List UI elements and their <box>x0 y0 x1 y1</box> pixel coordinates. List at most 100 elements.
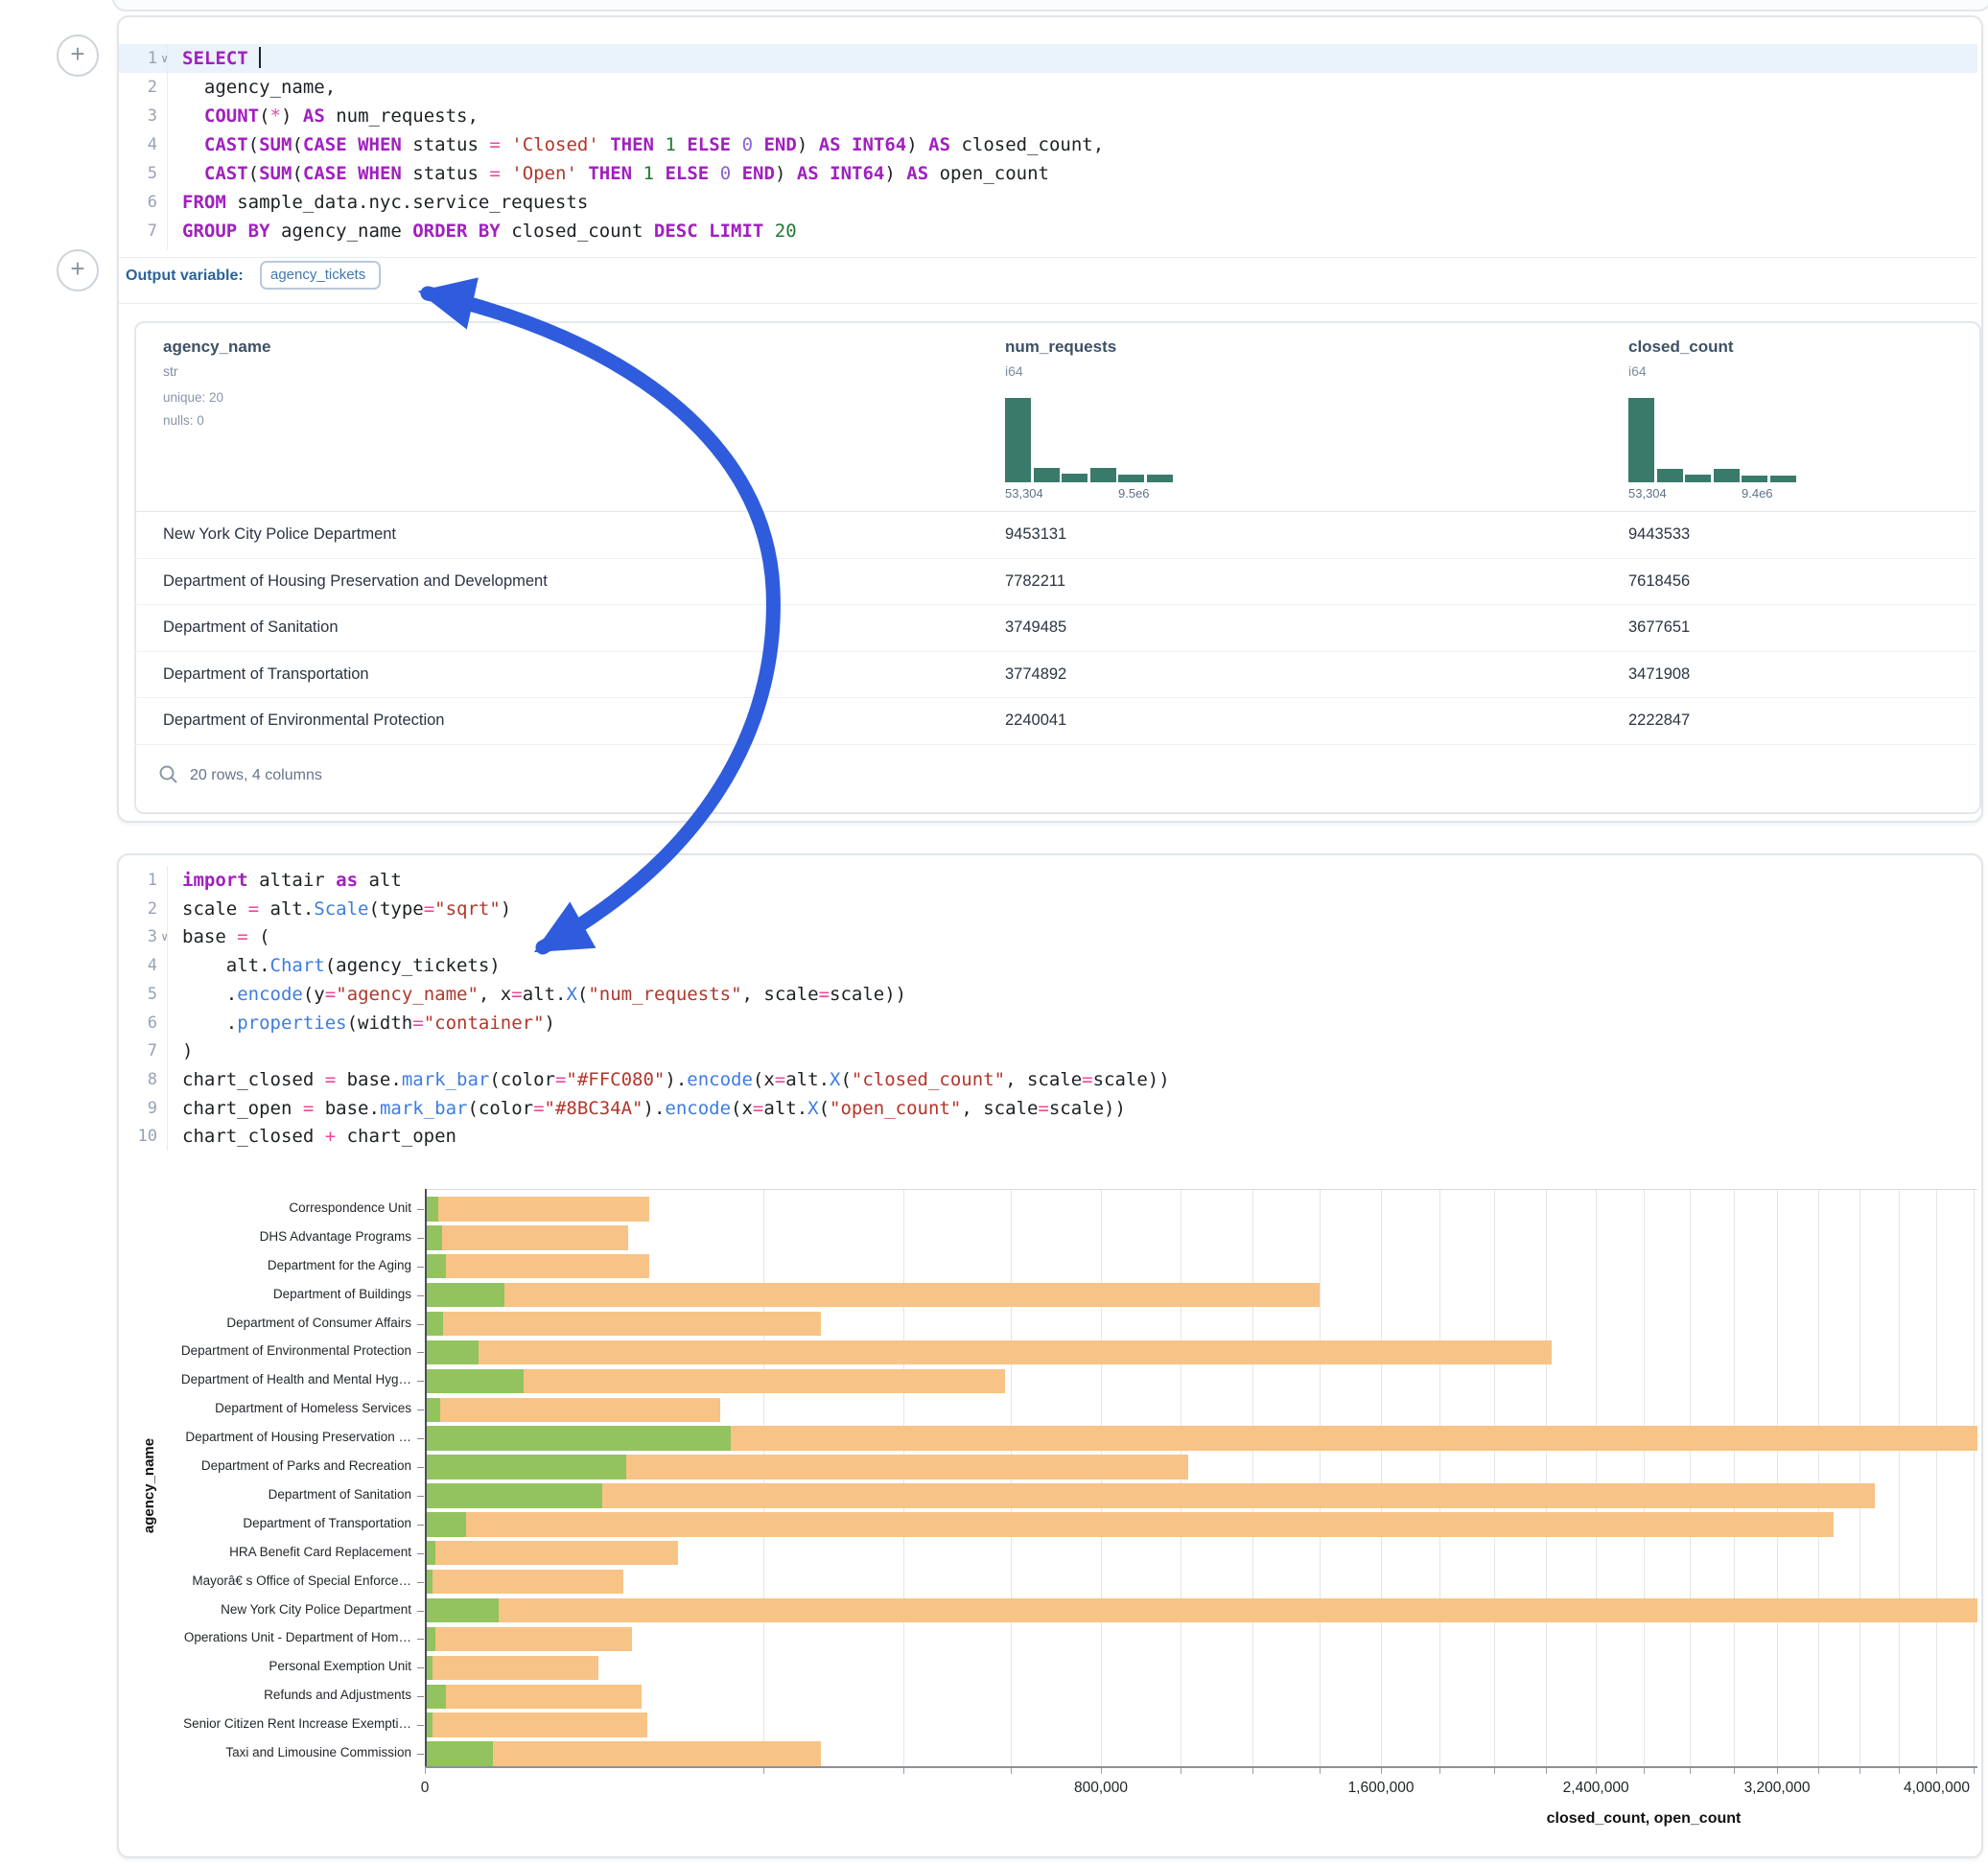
code-text: base = ( <box>182 922 270 951</box>
table-row[interactable]: Department of Sanitation37494853677651 <box>134 604 1976 651</box>
cell-value: 2222847 <box>1628 711 1690 730</box>
y-tick <box>417 1267 424 1268</box>
code-text: SELECT <box>182 44 261 73</box>
bar-closed-count[interactable] <box>425 1713 647 1736</box>
histogram-min-label: 53,304 <box>1005 486 1043 501</box>
code-text: chart_open = base.mark_bar(color="#8BC34… <box>182 1094 1126 1123</box>
bar-open-count[interactable] <box>425 1455 626 1479</box>
bar-open-count[interactable] <box>425 1254 446 1278</box>
bar-closed-count[interactable] <box>425 1512 1834 1536</box>
bar-closed-count[interactable] <box>425 1541 678 1565</box>
column-header[interactable]: closed_count <box>1628 338 1734 357</box>
add-block-button-top[interactable]: + <box>57 35 99 77</box>
add-block-button-output[interactable]: + <box>57 249 99 291</box>
code-line[interactable]: 4 alt.Chart(agency_tickets) <box>119 951 1977 980</box>
x-tick <box>1011 1768 1012 1774</box>
code-line[interactable]: 1import altair as alt <box>119 866 1977 895</box>
code-text: alt.Chart(agency_tickets) <box>182 951 501 980</box>
bar-closed-count[interactable] <box>425 1283 1320 1307</box>
bar-open-count[interactable] <box>425 1283 504 1307</box>
y-axis-label: Department for the Aging <box>119 1258 411 1272</box>
code-line[interactable]: 7) <box>119 1037 1977 1065</box>
code-line[interactable]: 5 .encode(y="agency_name", x=alt.X("num_… <box>119 980 1977 1009</box>
y-axis-label: Department of Housing Preservation … <box>119 1430 411 1444</box>
bar-closed-count[interactable] <box>425 1627 632 1651</box>
bar-open-count[interactable] <box>425 1483 602 1507</box>
code-line[interactable]: 8chart_closed = base.mark_bar(color="#FF… <box>119 1065 1977 1094</box>
output-variable-chip[interactable]: agency_tickets <box>260 261 381 290</box>
bar-open-count[interactable] <box>425 1398 440 1422</box>
bar-open-count[interactable] <box>425 1197 438 1221</box>
x-tick <box>1494 1768 1495 1774</box>
y-axis-label: Department of Homeless Services <box>119 1401 411 1415</box>
code-line[interactable]: 6 .properties(width="container") <box>119 1009 1977 1037</box>
bar-closed-count[interactable] <box>425 1570 623 1594</box>
table-row[interactable]: Department of Environmental Protection 22… <box>134 697 1976 744</box>
histogram-bar <box>1657 469 1683 482</box>
code-line[interactable]: 9 chart_open = base.mark_bar(color="#8BC3… <box>119 1094 1977 1123</box>
x-tick <box>1546 1768 1547 1774</box>
code-line[interactable]: 3∨base = ( <box>119 922 1977 951</box>
column-header[interactable]: agency_name <box>163 338 270 357</box>
python-editor[interactable]: 1import altair as alt2scale = alt.Scale(… <box>119 866 1977 1151</box>
bar-closed-count[interactable] <box>425 1483 1875 1507</box>
code-line[interactable]: 7GROUP BY agency_name ORDER BY closed_co… <box>119 217 1977 245</box>
cell-agency-name: Department of Sanitation <box>163 617 339 637</box>
code-text: chart_closed = base.mark_bar(color="#FFC… <box>182 1065 1170 1094</box>
y-axis-label: Department of Transportation <box>119 1516 411 1530</box>
column-header[interactable]: num_requests <box>1005 338 1116 357</box>
bar-open-count[interactable] <box>425 1512 466 1536</box>
bar-open-count[interactable] <box>425 1312 443 1336</box>
y-axis-label: Department of Health and Mental Hyg… <box>119 1372 411 1386</box>
altair-chart-output: Correspondence UnitDHS Advantage Program… <box>119 1179 1977 1841</box>
bar-open-count[interactable] <box>425 1340 479 1364</box>
table-row[interactable]: Department of Housing Preservation and D… <box>134 558 1976 605</box>
code-line[interactable]: 10chart_closed + chart_open <box>119 1122 1977 1151</box>
code-line[interactable]: 5 CAST(SUM(CASE WHEN status = 'Open' THE… <box>119 159 1977 188</box>
bar-open-count[interactable] <box>425 1685 446 1709</box>
code-line[interactable]: 4 CAST(SUM(CASE WHEN status = 'Closed' T… <box>119 130 1977 159</box>
cell-value: 2240041 <box>1005 711 1066 730</box>
x-tick <box>1252 1768 1253 1774</box>
column-type: i64 <box>1628 363 1647 379</box>
bar-open-count[interactable] <box>425 1426 731 1450</box>
line-number: 9 <box>119 1094 157 1123</box>
y-axis-label: Department of Consumer Affairs <box>119 1316 411 1330</box>
x-tick-label: 2,400,000 <box>1563 1780 1629 1797</box>
y-tick <box>417 1639 424 1640</box>
y-axis-label: DHS Advantage Programs <box>119 1229 411 1244</box>
x-tick <box>763 1768 764 1774</box>
bar-open-count[interactable] <box>425 1741 493 1765</box>
bar-open-count[interactable] <box>425 1369 524 1393</box>
bar-closed-count[interactable] <box>425 1340 1552 1364</box>
bar-closed-count[interactable] <box>425 1197 649 1221</box>
x-tick <box>1936 1768 1937 1774</box>
x-axis-title: closed_count, open_count <box>1547 1810 1742 1828</box>
code-line[interactable]: 1∨SELECT <box>119 44 1977 73</box>
gridline <box>1320 1189 1321 1766</box>
bar-closed-count[interactable] <box>425 1312 821 1336</box>
code-line[interactable]: 6FROM sample_data.nyc.service_requests <box>119 188 1977 217</box>
cell-agency-name: Department of Transportation <box>163 664 369 684</box>
table-row[interactable]: New York City Police Department945313194… <box>134 511 1976 558</box>
y-tick <box>417 1725 424 1726</box>
y-tick <box>417 1467 424 1468</box>
y-axis-label: Senior Citizen Rent Increase Exempti… <box>119 1716 411 1731</box>
sql-editor[interactable]: 1∨SELECT 2 agency_name,3 COUNT(*) AS num… <box>119 44 1977 249</box>
code-line[interactable]: 2scale = alt.Scale(type="sqrt") <box>119 895 1977 923</box>
y-tick <box>417 1209 424 1210</box>
bar-closed-count[interactable] <box>425 1225 628 1249</box>
gridline <box>1252 1189 1253 1766</box>
bar-closed-count[interactable] <box>425 1656 598 1680</box>
bar-closed-count[interactable] <box>425 1685 642 1709</box>
bar-closed-count[interactable] <box>425 1598 1977 1622</box>
bar-open-count[interactable] <box>425 1225 442 1249</box>
code-line[interactable]: 2 agency_name, <box>119 73 1977 102</box>
bar-open-count[interactable] <box>425 1598 499 1622</box>
cell-agency-name: Department of Environmental Protection <box>163 711 444 730</box>
code-line[interactable]: 3 COUNT(*) AS num_requests, <box>119 102 1977 130</box>
bar-closed-count[interactable] <box>425 1254 649 1278</box>
table-row[interactable]: Department of Transportation377489234719… <box>134 651 1976 698</box>
search-icon[interactable] <box>158 764 179 785</box>
bar-closed-count[interactable] <box>425 1398 720 1422</box>
